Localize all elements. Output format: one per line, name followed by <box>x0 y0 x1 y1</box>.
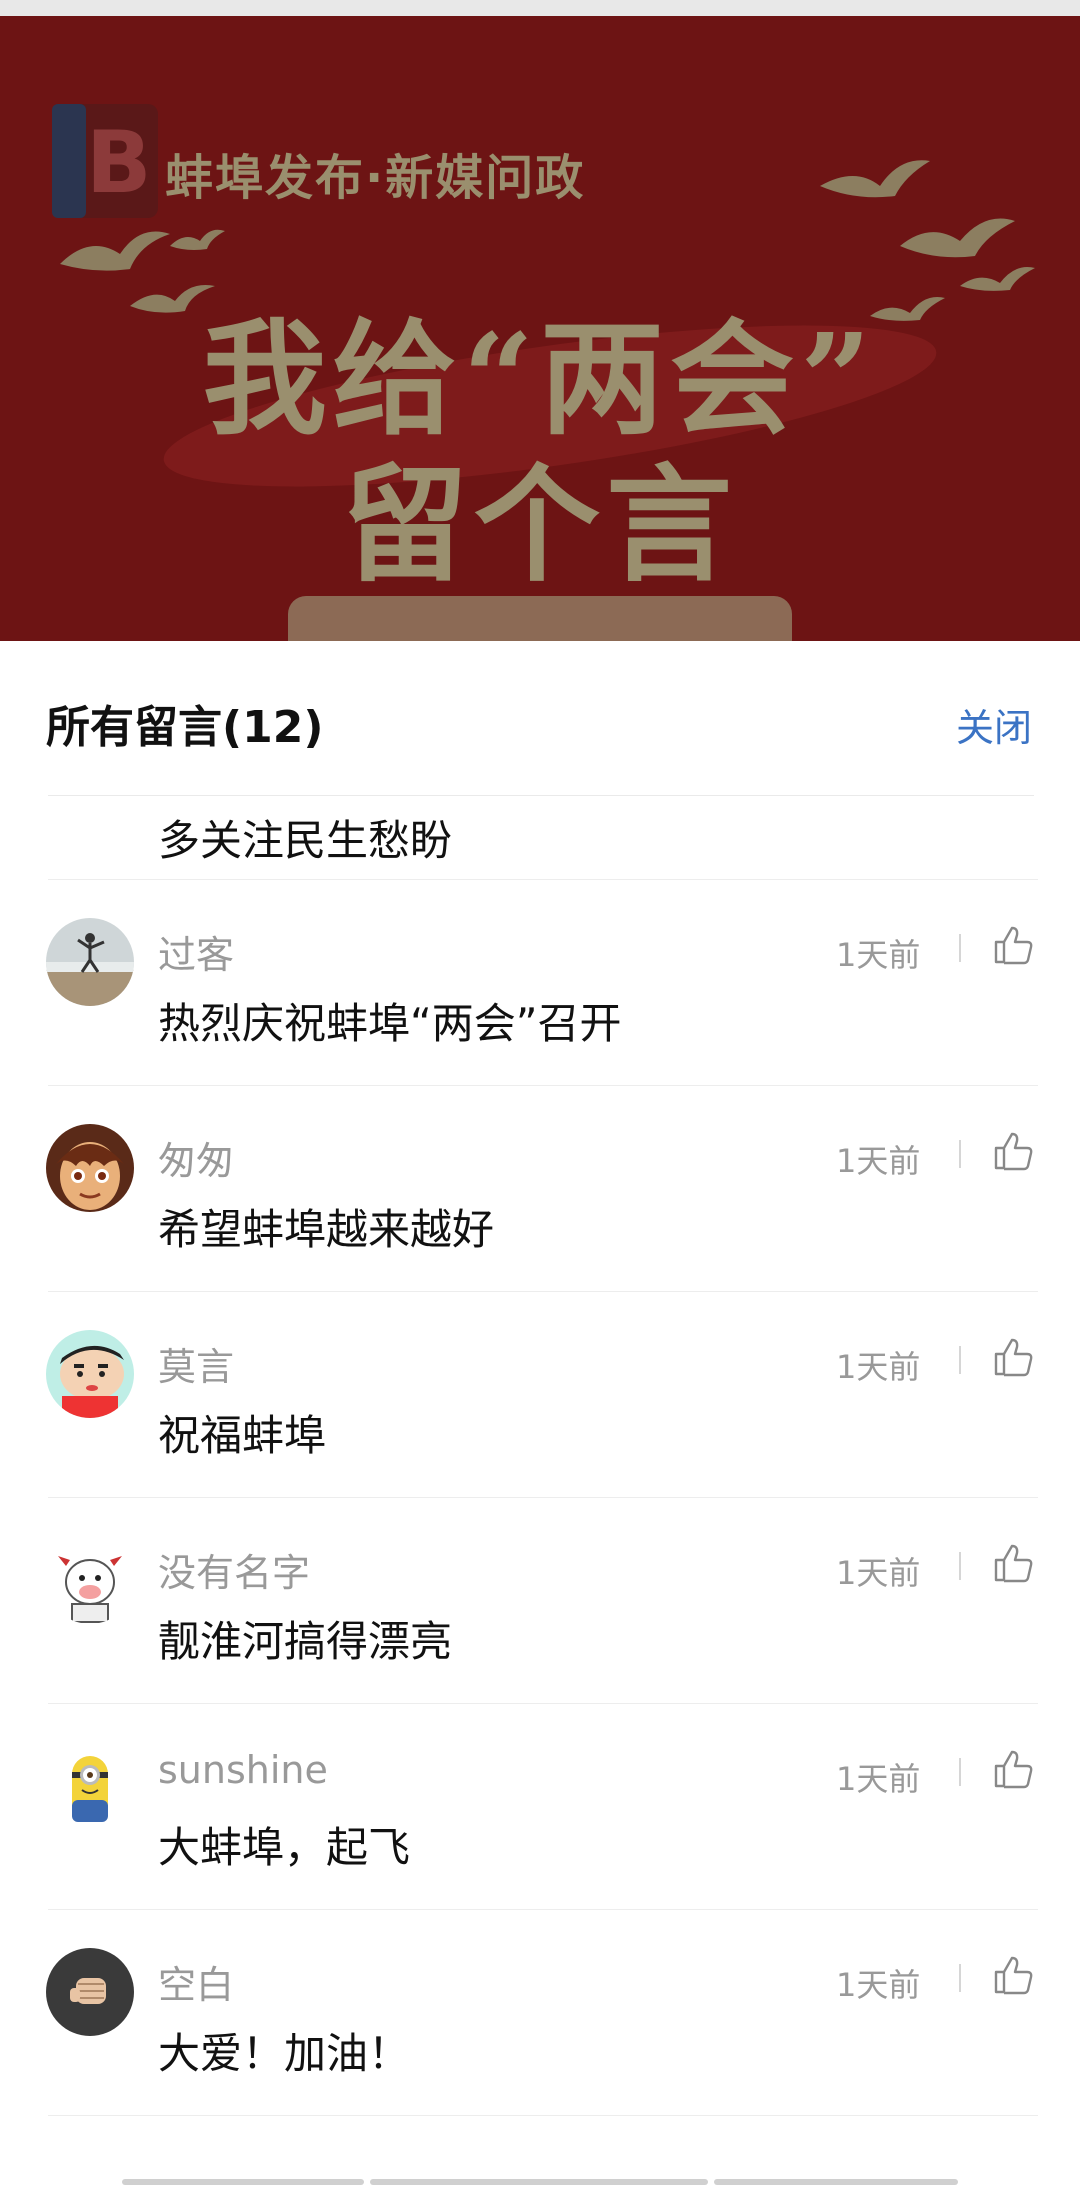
status-bar <box>0 0 1080 16</box>
svg-text:B: B <box>86 113 152 213</box>
thumbs-up-icon[interactable] <box>992 922 1036 966</box>
comment-time: 1天前 <box>836 1142 921 1180</box>
comment-time: 1天前 <box>836 1966 921 2004</box>
comment-username: 空白 <box>158 1963 235 2007</box>
comment-text: 热烈庆祝蚌埠“两会”召开 <box>158 999 622 1048</box>
anime-girl-avatar-icon[interactable] <box>46 1124 134 1212</box>
comment-item: 空白 1天前 大爱！加油！ <box>0 1910 1080 2116</box>
minion-avatar-icon[interactable] <box>46 1742 134 1830</box>
comment-item: 莫言 1天前 祝福蚌埠 <box>0 1292 1080 1498</box>
thumbs-up-icon[interactable] <box>992 1952 1036 1996</box>
comment-username: 没有名字 <box>158 1551 311 1595</box>
sheet-title: 所有留言(12) <box>46 702 324 753</box>
comment-time: 1天前 <box>836 936 921 974</box>
comment-username: sunshine <box>158 1748 328 1792</box>
comment-time: 1天前 <box>836 1348 921 1386</box>
thumbs-up-icon[interactable] <box>992 1746 1036 1790</box>
comment-username: 莫言 <box>158 1345 235 1389</box>
separator <box>959 1346 961 1374</box>
cartoon-cow-avatar-icon[interactable] <box>46 1536 134 1624</box>
scroll-indicator <box>122 2179 364 2185</box>
separator <box>959 1552 961 1580</box>
scroll-indicator <box>370 2179 708 2185</box>
comment-item: 匆匆 1天前 希望蚌埠越来越好 <box>0 1086 1080 1292</box>
comment-text: 希望蚌埠越来越好 <box>158 1205 495 1254</box>
crayon-shin-chan-avatar-icon[interactable] <box>46 1330 134 1418</box>
banner-headline-line2: 留个言 <box>342 451 738 599</box>
scroll-indicator <box>714 2179 958 2185</box>
comment-time: 1天前 <box>836 1760 921 1798</box>
beach-person-avatar-icon[interactable] <box>46 918 134 1006</box>
thumbs-up-icon[interactable] <box>992 1540 1036 1584</box>
divider <box>48 2115 1038 2116</box>
separator <box>959 934 961 962</box>
comment-text: 祝福蚌埠 <box>158 1411 327 1460</box>
comment-text: 大爱！加油！ <box>158 2029 411 2078</box>
fist-avatar-icon[interactable] <box>46 1948 134 2036</box>
thumbs-up-icon[interactable] <box>992 1128 1036 1172</box>
comment-item: 没有名字 1天前 靓淮河搞得漂亮 <box>0 1498 1080 1704</box>
banner-action-button <box>288 596 792 641</box>
sheet-header: 所有留言(12) 关闭 <box>0 641 1080 796</box>
thumbs-up-icon[interactable] <box>992 1334 1036 1378</box>
article-banner: B 蚌埠发布·新媒问政 我给“两会” 留个言 <box>0 16 1080 641</box>
comment-time: 1天前 <box>836 1554 921 1592</box>
comment-item: 过客 1天前 热烈庆祝蚌埠“两会”召开 <box>0 880 1080 1086</box>
bengbu-release-logo-icon: B <box>52 104 158 218</box>
comment-username: 匆匆 <box>158 1139 235 1183</box>
close-button[interactable]: 关闭 <box>956 697 1032 752</box>
separator <box>959 1964 961 1992</box>
banner-brand-text: 蚌埠发布·新媒问政 <box>165 150 586 206</box>
comment-item: sunshine 1天前 大蚌埠，起飞 <box>0 1704 1080 1910</box>
comment-text: 靓淮河搞得漂亮 <box>158 1617 453 1666</box>
partial-comment-text: 多关注民生愁盼 <box>158 816 453 865</box>
divider <box>48 795 1034 796</box>
comments-sheet: 所有留言(12) 关闭 多关注民生愁盼 过客 1天前 热烈庆祝蚌埠“两会”召开 <box>0 641 1080 2190</box>
comment-text: 大蚌埠，起飞 <box>158 1823 411 1872</box>
comment-username: 过客 <box>158 933 235 977</box>
separator <box>959 1140 961 1168</box>
separator <box>959 1758 961 1786</box>
